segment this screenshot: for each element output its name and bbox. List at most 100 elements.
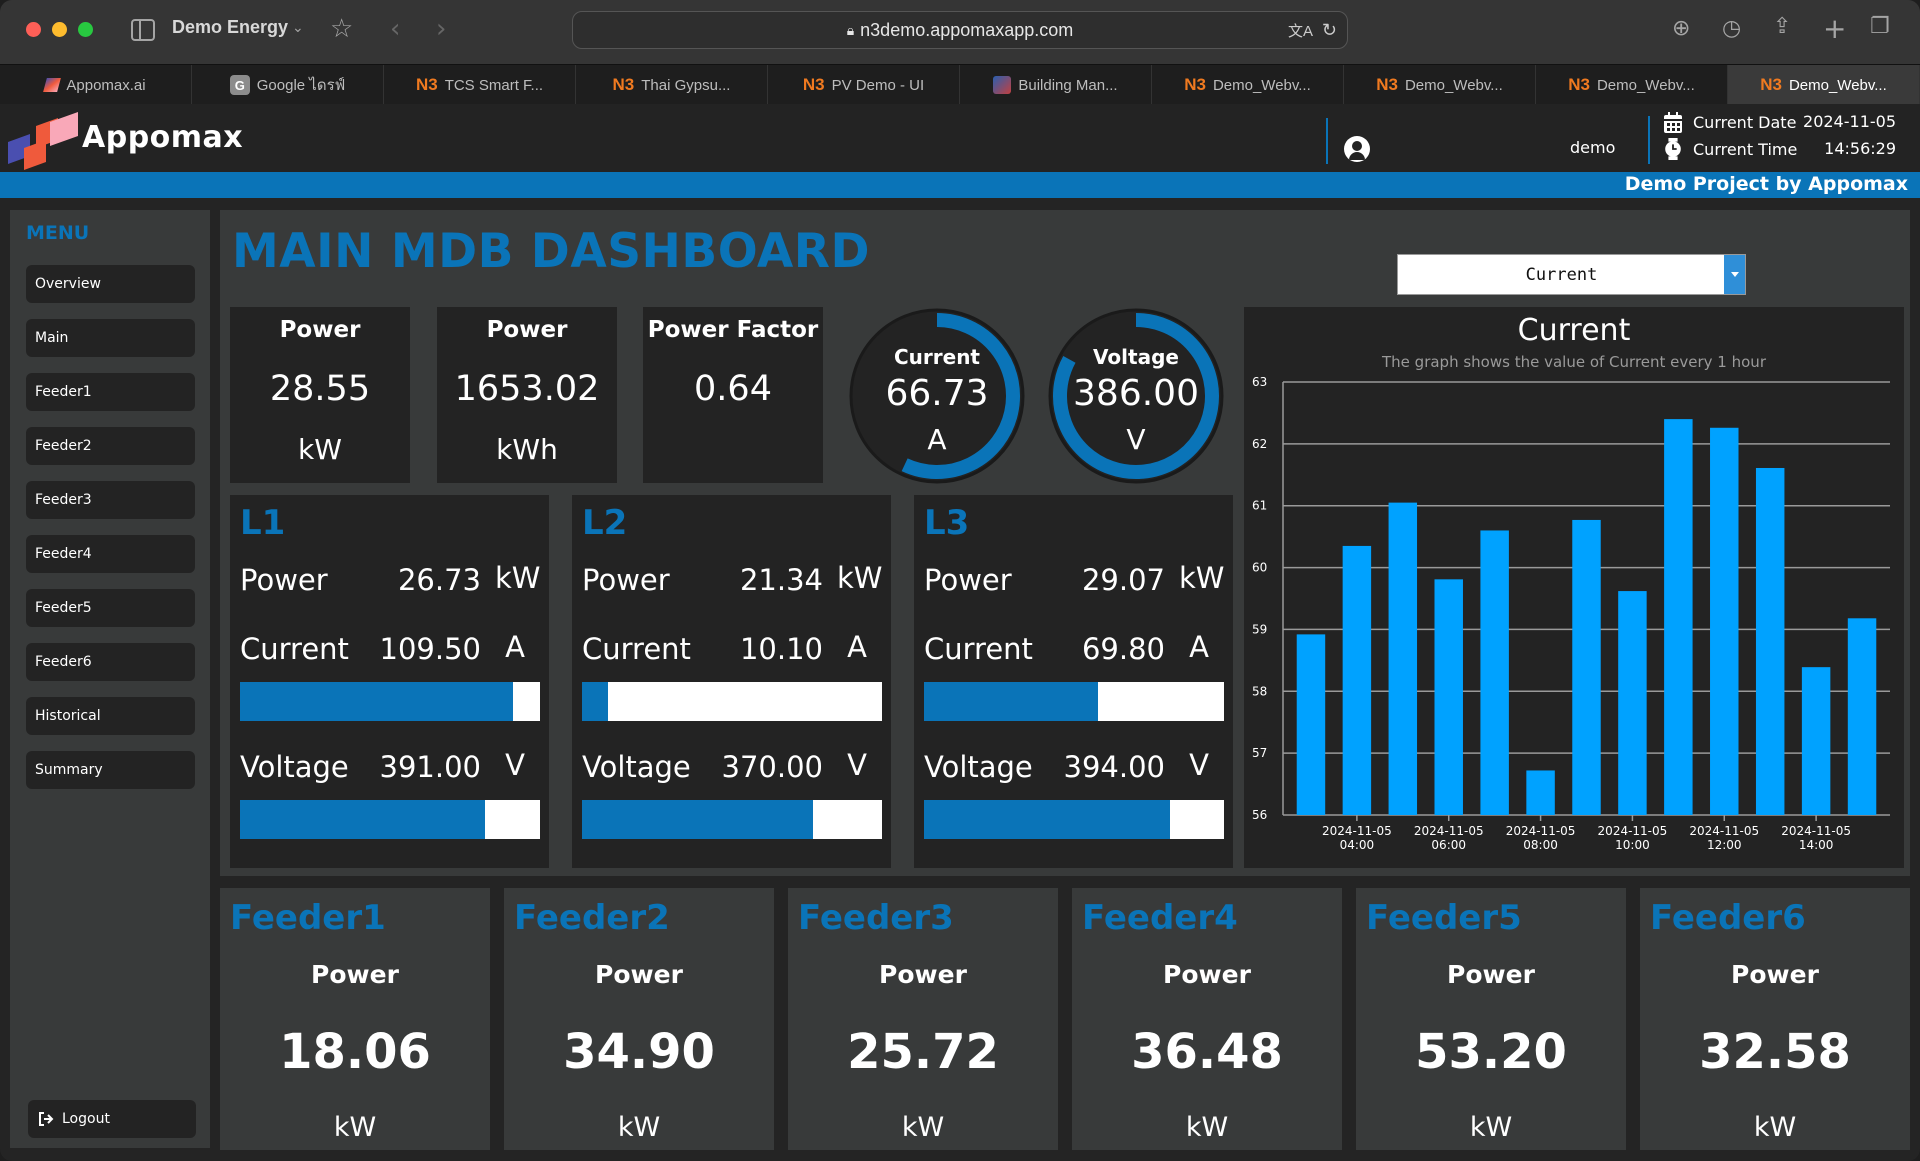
new-tab-icon[interactable]: + [1823, 12, 1846, 45]
voltage-progress-bar [240, 800, 540, 839]
downloads-icon[interactable]: ⊕ [1672, 16, 1690, 41]
forward-icon[interactable]: › [436, 14, 446, 44]
gauge-value: 66.73 [885, 373, 989, 414]
current-progress-fill [924, 682, 1098, 721]
feeder-title: Feeder6 [1650, 898, 1806, 938]
gauge-title: Current [893, 345, 980, 369]
current-value: 10.10 [739, 632, 823, 666]
logout-button[interactable]: Logout [28, 1100, 196, 1138]
profile-name[interactable]: Demo Energy [172, 17, 288, 38]
maximize-window-button[interactable] [78, 22, 93, 37]
sidebar-item-feeder1[interactable]: Feeder1 [26, 373, 195, 411]
dropdown-arrow-icon[interactable] [1724, 255, 1745, 294]
metric-select-value[interactable]: Current [1398, 255, 1725, 294]
minimize-window-button[interactable] [52, 22, 67, 37]
feeder-value: 18.06 [279, 1024, 431, 1080]
chart-bar [1755, 467, 1785, 815]
feeder-card-1[interactable]: Feeder1 Power 18.06 kW [220, 888, 490, 1150]
browser-tab[interactable]: Appomax.ai [0, 65, 192, 105]
browser-tab[interactable]: N3 Thai Gypsu... [576, 65, 768, 105]
close-window-button[interactable] [26, 22, 41, 37]
y-tick-label: 60 [1252, 561, 1267, 575]
x-tick-label-time: 08:00 [1523, 838, 1558, 852]
feeder-unit: kW [901, 1112, 945, 1143]
translate-icon[interactable]: 文A [1288, 20, 1313, 41]
x-tick-label-date: 2024-11-05 [1322, 824, 1392, 838]
kpi-unit: kW [298, 433, 342, 466]
feeder-label: Power [1731, 960, 1819, 989]
n3-favicon-icon: N3 [802, 75, 825, 94]
share-icon[interactable]: ⇪ [1773, 14, 1791, 39]
browser-tab[interactable]: G Google ไดรฟ์ [192, 65, 384, 105]
browser-tab[interactable]: N3 Demo_Webv... [1728, 65, 1920, 105]
x-tick-label-date: 2024-11-05 [1414, 824, 1484, 838]
history-icon[interactable]: ◷ [1722, 16, 1741, 41]
feeder-card-3[interactable]: Feeder3 Power 25.72 kW [788, 888, 1058, 1150]
sidebar-item-feeder4[interactable]: Feeder4 [26, 535, 195, 573]
sidebar-item-main[interactable]: Main [26, 319, 195, 357]
reload-icon[interactable]: ↻ [1322, 20, 1337, 41]
current-value: 69.80 [1081, 632, 1165, 666]
sidebar-item-feeder6[interactable]: Feeder6 [26, 643, 195, 681]
feeder-card-5[interactable]: Feeder5 Power 53.20 kW [1356, 888, 1626, 1150]
sidebar-item-feeder3[interactable]: Feeder3 [26, 481, 195, 519]
sidebar-item-summary[interactable]: Summary [26, 751, 195, 789]
chart-bar [1572, 519, 1601, 815]
feeder-card-4[interactable]: Feeder4 Power 36.48 kW [1072, 888, 1342, 1150]
browser-tab[interactable]: N3 Demo_Webv... [1152, 65, 1344, 105]
current-progress-fill [240, 682, 513, 721]
sidebar-item-feeder5[interactable]: Feeder5 [26, 589, 195, 627]
current-unit: A [847, 630, 867, 664]
sidebar-item-historical[interactable]: Historical [26, 697, 195, 735]
voltage-value: 391.00 [379, 750, 481, 784]
current-label: Current [924, 632, 1033, 666]
chevron-down-icon[interactable]: ⌄ [292, 20, 304, 36]
kpi-title: Power [279, 317, 361, 343]
browser-window: Demo Energy ⌄ ☆ ‹ › 🔒︎ n3demo.appomaxapp… [0, 0, 1920, 1161]
power-unit: kW [1179, 561, 1225, 595]
power-unit: kW [495, 561, 541, 595]
browser-tab[interactable]: N3 Demo_Webv... [1344, 65, 1536, 105]
current-date-value: 2024-11-05 [1803, 112, 1896, 131]
browser-tab[interactable]: N3 Demo_Webv... [1536, 65, 1728, 105]
feeder-title: Feeder1 [230, 898, 386, 938]
kpi-power-factor: Power Factor 0.64 [643, 307, 823, 483]
voltage-unit: V [1189, 748, 1209, 782]
chart-bar [1847, 618, 1877, 815]
x-tick-label-time: 12:00 [1707, 838, 1742, 852]
x-tick-label-date: 2024-11-05 [1781, 824, 1851, 838]
n3-favicon-icon: N3 [1760, 75, 1782, 94]
voltage-value: 394.00 [1063, 750, 1165, 784]
feeder-title: Feeder5 [1366, 898, 1522, 938]
browser-tab[interactable]: N3 TCS Smart F... [384, 65, 576, 105]
power-label: Power [582, 563, 670, 597]
page-title: MAIN MDB DASHBOARD [232, 224, 870, 279]
voltage-progress-fill [240, 800, 485, 839]
feeder-card-6[interactable]: Feeder6 Power 32.58 kW [1640, 888, 1910, 1150]
current-progress-bar [924, 682, 1224, 721]
browser-tab[interactable]: Building Man... [960, 65, 1152, 105]
tab-overview-icon[interactable]: ❐ [1870, 14, 1890, 39]
logout-label: Logout [62, 1111, 110, 1127]
sidebar-toggle-icon[interactable] [131, 19, 155, 41]
bookmark-star-icon[interactable]: ☆ [330, 14, 353, 44]
address-bar[interactable]: 🔒︎ n3demo.appomaxapp.com 文A ↻ [572, 11, 1348, 49]
feeder-value: 32.58 [1699, 1024, 1851, 1080]
feeder-card-2[interactable]: Feeder2 Power 34.90 kW [504, 888, 774, 1150]
tab-label: Demo_Webv... [1788, 76, 1887, 94]
feeder-title: Feeder3 [798, 898, 954, 938]
browser-toolbar: Demo Energy ⌄ ☆ ‹ › 🔒︎ n3demo.appomaxapp… [0, 0, 1920, 64]
n3-favicon-icon: N3 [415, 75, 438, 94]
current-progress-fill [582, 682, 608, 721]
user-avatar-icon[interactable] [1344, 136, 1370, 162]
browser-tab[interactable]: N3 PV Demo - UI [768, 65, 960, 105]
sidebar-item-feeder2[interactable]: Feeder2 [26, 427, 195, 465]
back-icon[interactable]: ‹ [390, 14, 400, 44]
sidebar-item-overview[interactable]: Overview [26, 265, 195, 303]
y-tick-label: 63 [1252, 375, 1267, 389]
logout-icon [39, 1112, 54, 1126]
tab-bar: Appomax.ai G Google ไดรฟ์ N3 TCS Smart F... N… [0, 64, 1920, 105]
tab-label: Demo_Webv... [1212, 76, 1311, 94]
appomax-logo-icon [8, 112, 78, 170]
metric-select[interactable]: Current [1397, 254, 1746, 295]
